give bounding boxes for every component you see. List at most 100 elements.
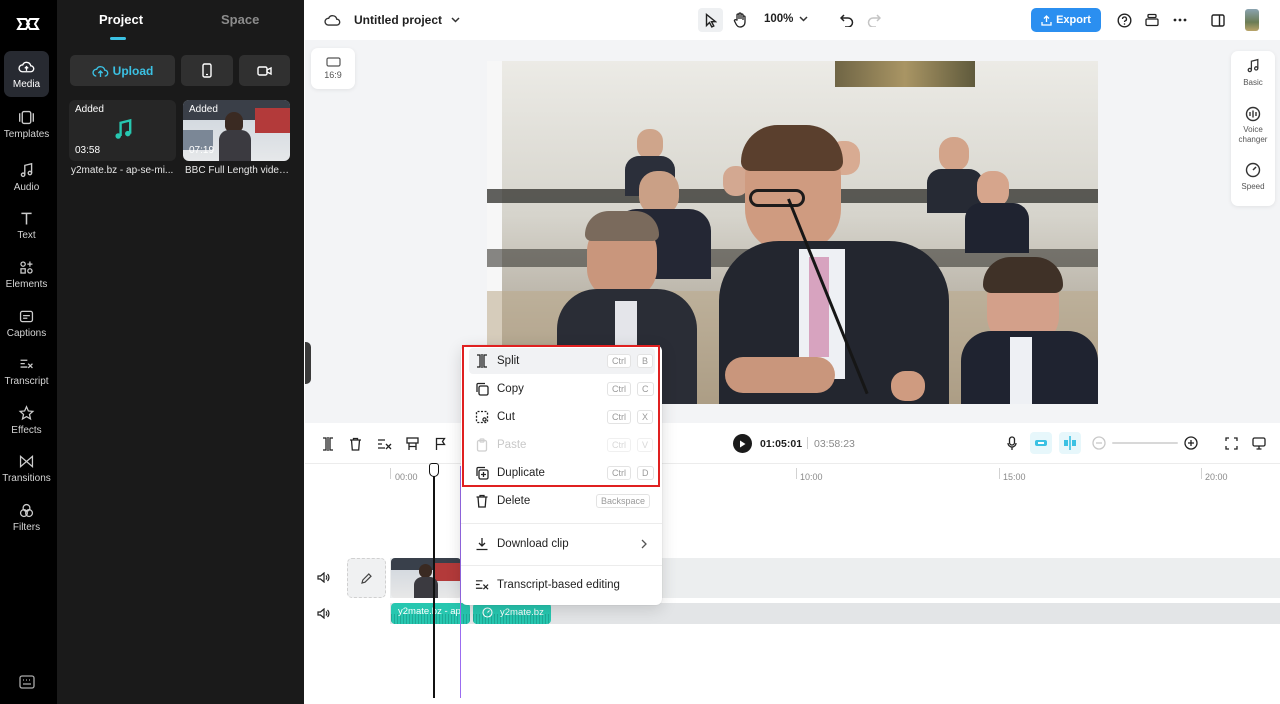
ruler-tick-label: 15:00 xyxy=(1003,472,1026,482)
left-rail: Media Templates Audio Text Elements Capt… xyxy=(0,0,57,704)
project-title-text: Untitled project xyxy=(354,13,443,27)
sidebar-item-filters[interactable]: Filters xyxy=(4,494,49,540)
upload-button[interactable]: Upload xyxy=(70,55,175,86)
chevron-right-icon xyxy=(641,539,647,549)
freeze-frame-button[interactable] xyxy=(402,435,422,453)
ruler-tick-label: 20:00 xyxy=(1205,472,1228,482)
pencil-icon xyxy=(361,572,372,584)
audio-clip-1[interactable]: y2mate.bz - ap xyxy=(391,603,470,624)
audio-clip-2[interactable]: y2mate.bz xyxy=(473,603,551,624)
zoom-out-button[interactable] xyxy=(1090,434,1108,452)
delete-tool-button[interactable] xyxy=(346,435,364,453)
music-note-icon xyxy=(20,162,33,177)
help-button[interactable] xyxy=(1114,10,1134,30)
play-button[interactable] xyxy=(733,434,752,453)
menu-item-download-clip[interactable]: Download clip xyxy=(469,531,655,557)
auto-snap-button[interactable] xyxy=(1030,432,1052,454)
export-label: Export xyxy=(1056,14,1091,26)
shortcut-key: X xyxy=(637,410,654,424)
panel-collapse-handle[interactable] xyxy=(305,342,311,384)
split-icon xyxy=(323,437,333,451)
playhead-handle[interactable] xyxy=(429,463,439,477)
hand-tool-button[interactable] xyxy=(729,9,751,31)
zoom-value: 100% xyxy=(764,13,794,25)
capcut-logo-icon xyxy=(14,10,42,38)
transcript-tool-button[interactable] xyxy=(374,435,394,453)
fit-timeline-button[interactable] xyxy=(1222,434,1240,452)
select-tool-button[interactable] xyxy=(698,8,723,32)
phone-upload-button[interactable] xyxy=(181,55,233,86)
preview-window-button[interactable] xyxy=(1250,434,1268,452)
sidebar-item-label: Transcript xyxy=(4,375,49,387)
menu-item-transcript-editing[interactable]: Transcript-based editing xyxy=(469,572,655,598)
sidebar-item-effects[interactable]: Effects xyxy=(4,397,49,443)
sidebar-item-transitions[interactable]: Transitions xyxy=(2,445,51,491)
playhead-line xyxy=(433,474,435,698)
panel-toggle-button[interactable] xyxy=(1208,10,1228,30)
cover-edit-button[interactable] xyxy=(347,558,386,598)
speaker-icon xyxy=(316,607,329,619)
menu-item-label: Copy xyxy=(497,383,524,395)
video-clip[interactable] xyxy=(391,558,461,598)
sidebar-item-templates[interactable]: Templates xyxy=(4,101,49,147)
layers-button[interactable] xyxy=(1142,10,1162,30)
avatar[interactable] xyxy=(1245,9,1259,31)
menu-item-duplicate[interactable]: Duplicate Ctrl D xyxy=(469,460,655,486)
shortcut-key: B xyxy=(637,354,654,368)
aspect-ratio-icon xyxy=(325,57,341,67)
track-mute-button[interactable] xyxy=(316,606,330,620)
effects-icon xyxy=(18,404,35,420)
cloud-sync-icon[interactable] xyxy=(322,10,342,30)
keyboard-shortcuts-icon[interactable] xyxy=(19,675,35,689)
sidebar-item-captions[interactable]: Captions xyxy=(4,300,49,346)
export-button[interactable]: Export xyxy=(1031,8,1101,32)
context-menu: Split Ctrl B Copy Ctrl C Cut Ctrl X Past… xyxy=(461,345,662,605)
record-voice-button[interactable] xyxy=(1003,434,1021,452)
menu-item-copy[interactable]: Copy Ctrl C xyxy=(469,376,655,402)
record-button[interactable] xyxy=(239,55,290,86)
sidebar-item-label: Filters xyxy=(12,521,41,533)
split-tool-button[interactable] xyxy=(319,435,337,453)
media-item-audio[interactable]: Added 03:58 xyxy=(69,100,176,161)
ruler-tick xyxy=(390,468,391,479)
tab-space[interactable]: Space xyxy=(221,12,259,27)
menu-item-cut[interactable]: Cut Ctrl X xyxy=(469,404,655,430)
prop-basic[interactable]: Basic xyxy=(1231,58,1275,87)
media-filename: BBC Full Length video... xyxy=(185,165,292,176)
cloud-icon xyxy=(18,61,35,72)
zoom-slider[interactable] xyxy=(1112,442,1178,444)
menu-item-delete[interactable]: Delete Backspace xyxy=(469,488,655,514)
menu-item-split[interactable]: Split Ctrl B xyxy=(469,348,655,374)
voice-changer-icon xyxy=(1245,106,1261,122)
track-mute-button[interactable] xyxy=(316,570,330,584)
sidebar-item-media[interactable]: Media xyxy=(4,51,49,97)
zoom-in-button[interactable] xyxy=(1182,434,1200,452)
prop-voice-changer[interactable]: Voice changer xyxy=(1231,106,1275,145)
zoom-dropdown[interactable]: 100% xyxy=(764,13,808,25)
marker-button[interactable] xyxy=(431,435,449,453)
media-item-video[interactable]: Added 07:19 xyxy=(183,100,290,161)
shortcut-key: V xyxy=(637,438,654,452)
sidebar-item-transcript[interactable]: Transcript xyxy=(4,348,49,394)
time-separator xyxy=(807,437,808,449)
cloud-upload-icon xyxy=(92,65,108,77)
shortcut-key: Ctrl xyxy=(607,410,631,424)
redo-button[interactable] xyxy=(864,10,884,30)
undo-button[interactable] xyxy=(837,10,857,30)
ruler-top-border xyxy=(305,463,1280,464)
link-clips-button[interactable] xyxy=(1059,432,1081,454)
sidebar-item-label: Text xyxy=(17,229,36,241)
sidebar-item-audio[interactable]: Audio xyxy=(4,154,49,200)
aspect-ratio-button[interactable]: 16:9 xyxy=(311,48,355,89)
media-duration: 07:19 xyxy=(189,145,215,156)
sidebar-item-elements[interactable]: Elements xyxy=(4,251,49,297)
tab-project[interactable]: Project xyxy=(99,12,143,27)
more-button[interactable] xyxy=(1170,10,1190,30)
sidebar-item-text[interactable]: Text xyxy=(4,202,49,248)
sidebar-panel-icon xyxy=(1211,13,1225,27)
project-title[interactable]: Untitled project xyxy=(354,13,460,27)
total-time: 03:58:23 xyxy=(814,438,855,450)
media-panel: Project Space Upload Added 03:58 y2mate.… xyxy=(57,0,304,704)
shortcut-key: D xyxy=(637,466,654,480)
prop-speed[interactable]: Speed xyxy=(1231,162,1275,191)
